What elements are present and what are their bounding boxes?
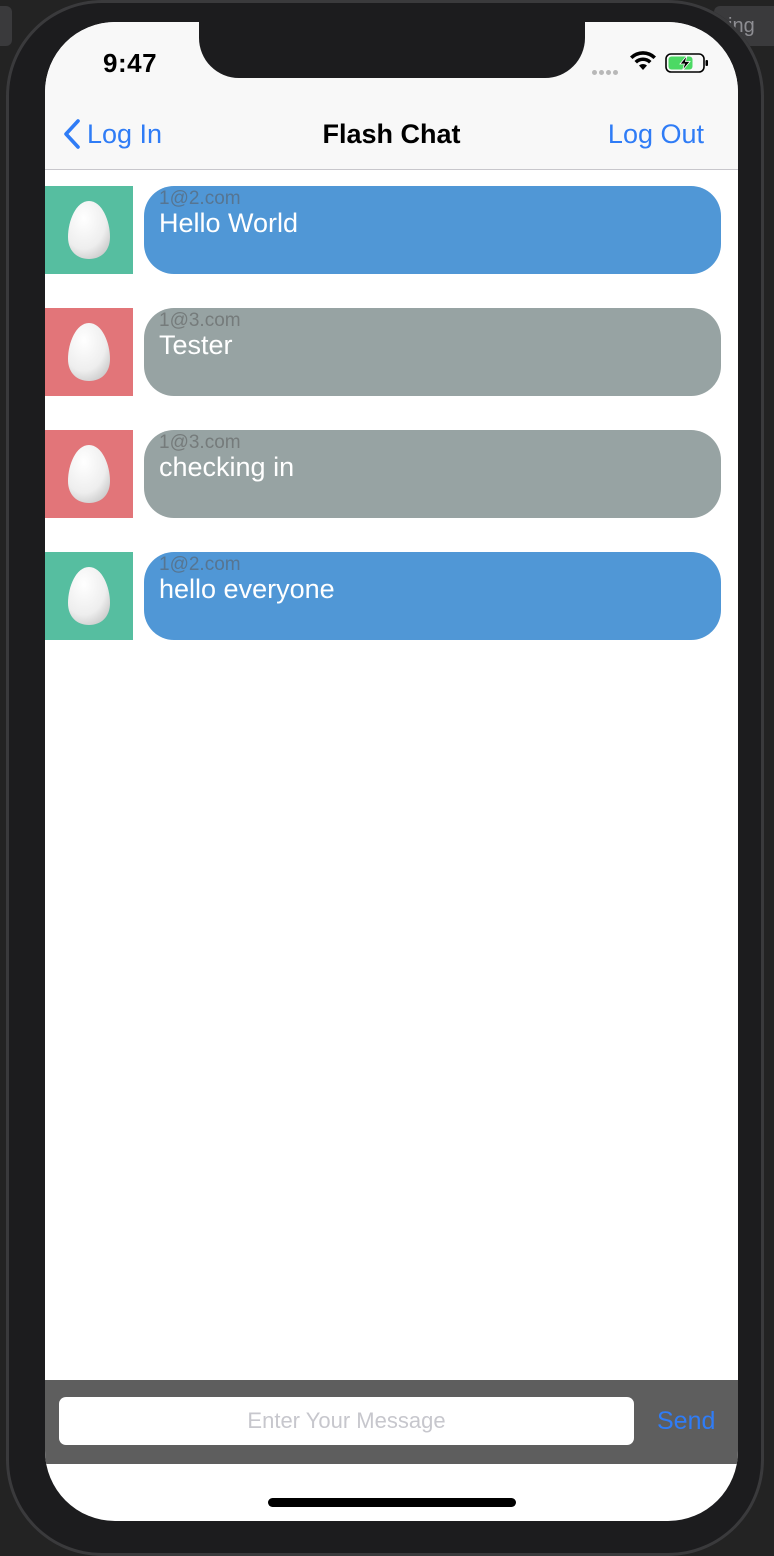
message-bubble: 1@3.com checking in <box>144 430 721 518</box>
egg-avatar-icon <box>68 445 110 503</box>
background-tab-fragment <box>0 6 12 46</box>
message-sender: 1@3.com <box>159 432 241 453</box>
app-screen: 9:47 Log In Flash Chat Log Out 1@2.com H… <box>45 22 738 1521</box>
status-time: 9:47 <box>103 48 158 78</box>
message-body: Hello World <box>159 208 299 238</box>
avatar <box>45 186 133 274</box>
message-body: Tester <box>159 330 233 360</box>
avatar <box>45 430 133 518</box>
message-sender: 1@2.com <box>159 188 241 209</box>
message-bubble: 1@2.com hello everyone <box>144 552 721 640</box>
message-input[interactable] <box>59 1397 634 1445</box>
navigation-bar: Log In Flash Chat Log Out <box>45 102 738 170</box>
egg-avatar-icon <box>68 323 110 381</box>
message-bubble: 1@3.com Tester <box>144 308 721 396</box>
cellular-signal-icon <box>592 62 624 75</box>
message-sender: 1@3.com <box>159 310 241 331</box>
egg-avatar-icon <box>68 567 110 625</box>
message-body: checking in <box>159 452 295 482</box>
avatar <box>45 552 133 640</box>
home-indicator[interactable] <box>268 1498 516 1507</box>
device-notch <box>199 22 585 78</box>
wifi-icon <box>630 51 656 70</box>
message-bubble: 1@2.com Hello World <box>144 186 721 274</box>
message-sender: 1@2.com <box>159 554 241 575</box>
message-row[interactable]: 1@2.com Hello World <box>45 186 738 274</box>
egg-avatar-icon <box>68 201 110 259</box>
composer-bar: Send <box>45 1380 738 1464</box>
battery-charging-icon <box>665 53 708 73</box>
message-row[interactable]: 1@3.com checking in <box>45 430 738 518</box>
iphone-device-frame: 9:47 Log In Flash Chat Log Out 1@2.com H… <box>6 0 764 1556</box>
log-out-button[interactable]: Log Out <box>608 114 704 154</box>
message-row[interactable]: 1@3.com Tester <box>45 308 738 396</box>
message-row[interactable]: 1@2.com hello everyone <box>45 552 738 640</box>
avatar <box>45 308 133 396</box>
message-body: hello everyone <box>159 574 335 604</box>
send-button[interactable]: Send <box>657 1400 715 1442</box>
